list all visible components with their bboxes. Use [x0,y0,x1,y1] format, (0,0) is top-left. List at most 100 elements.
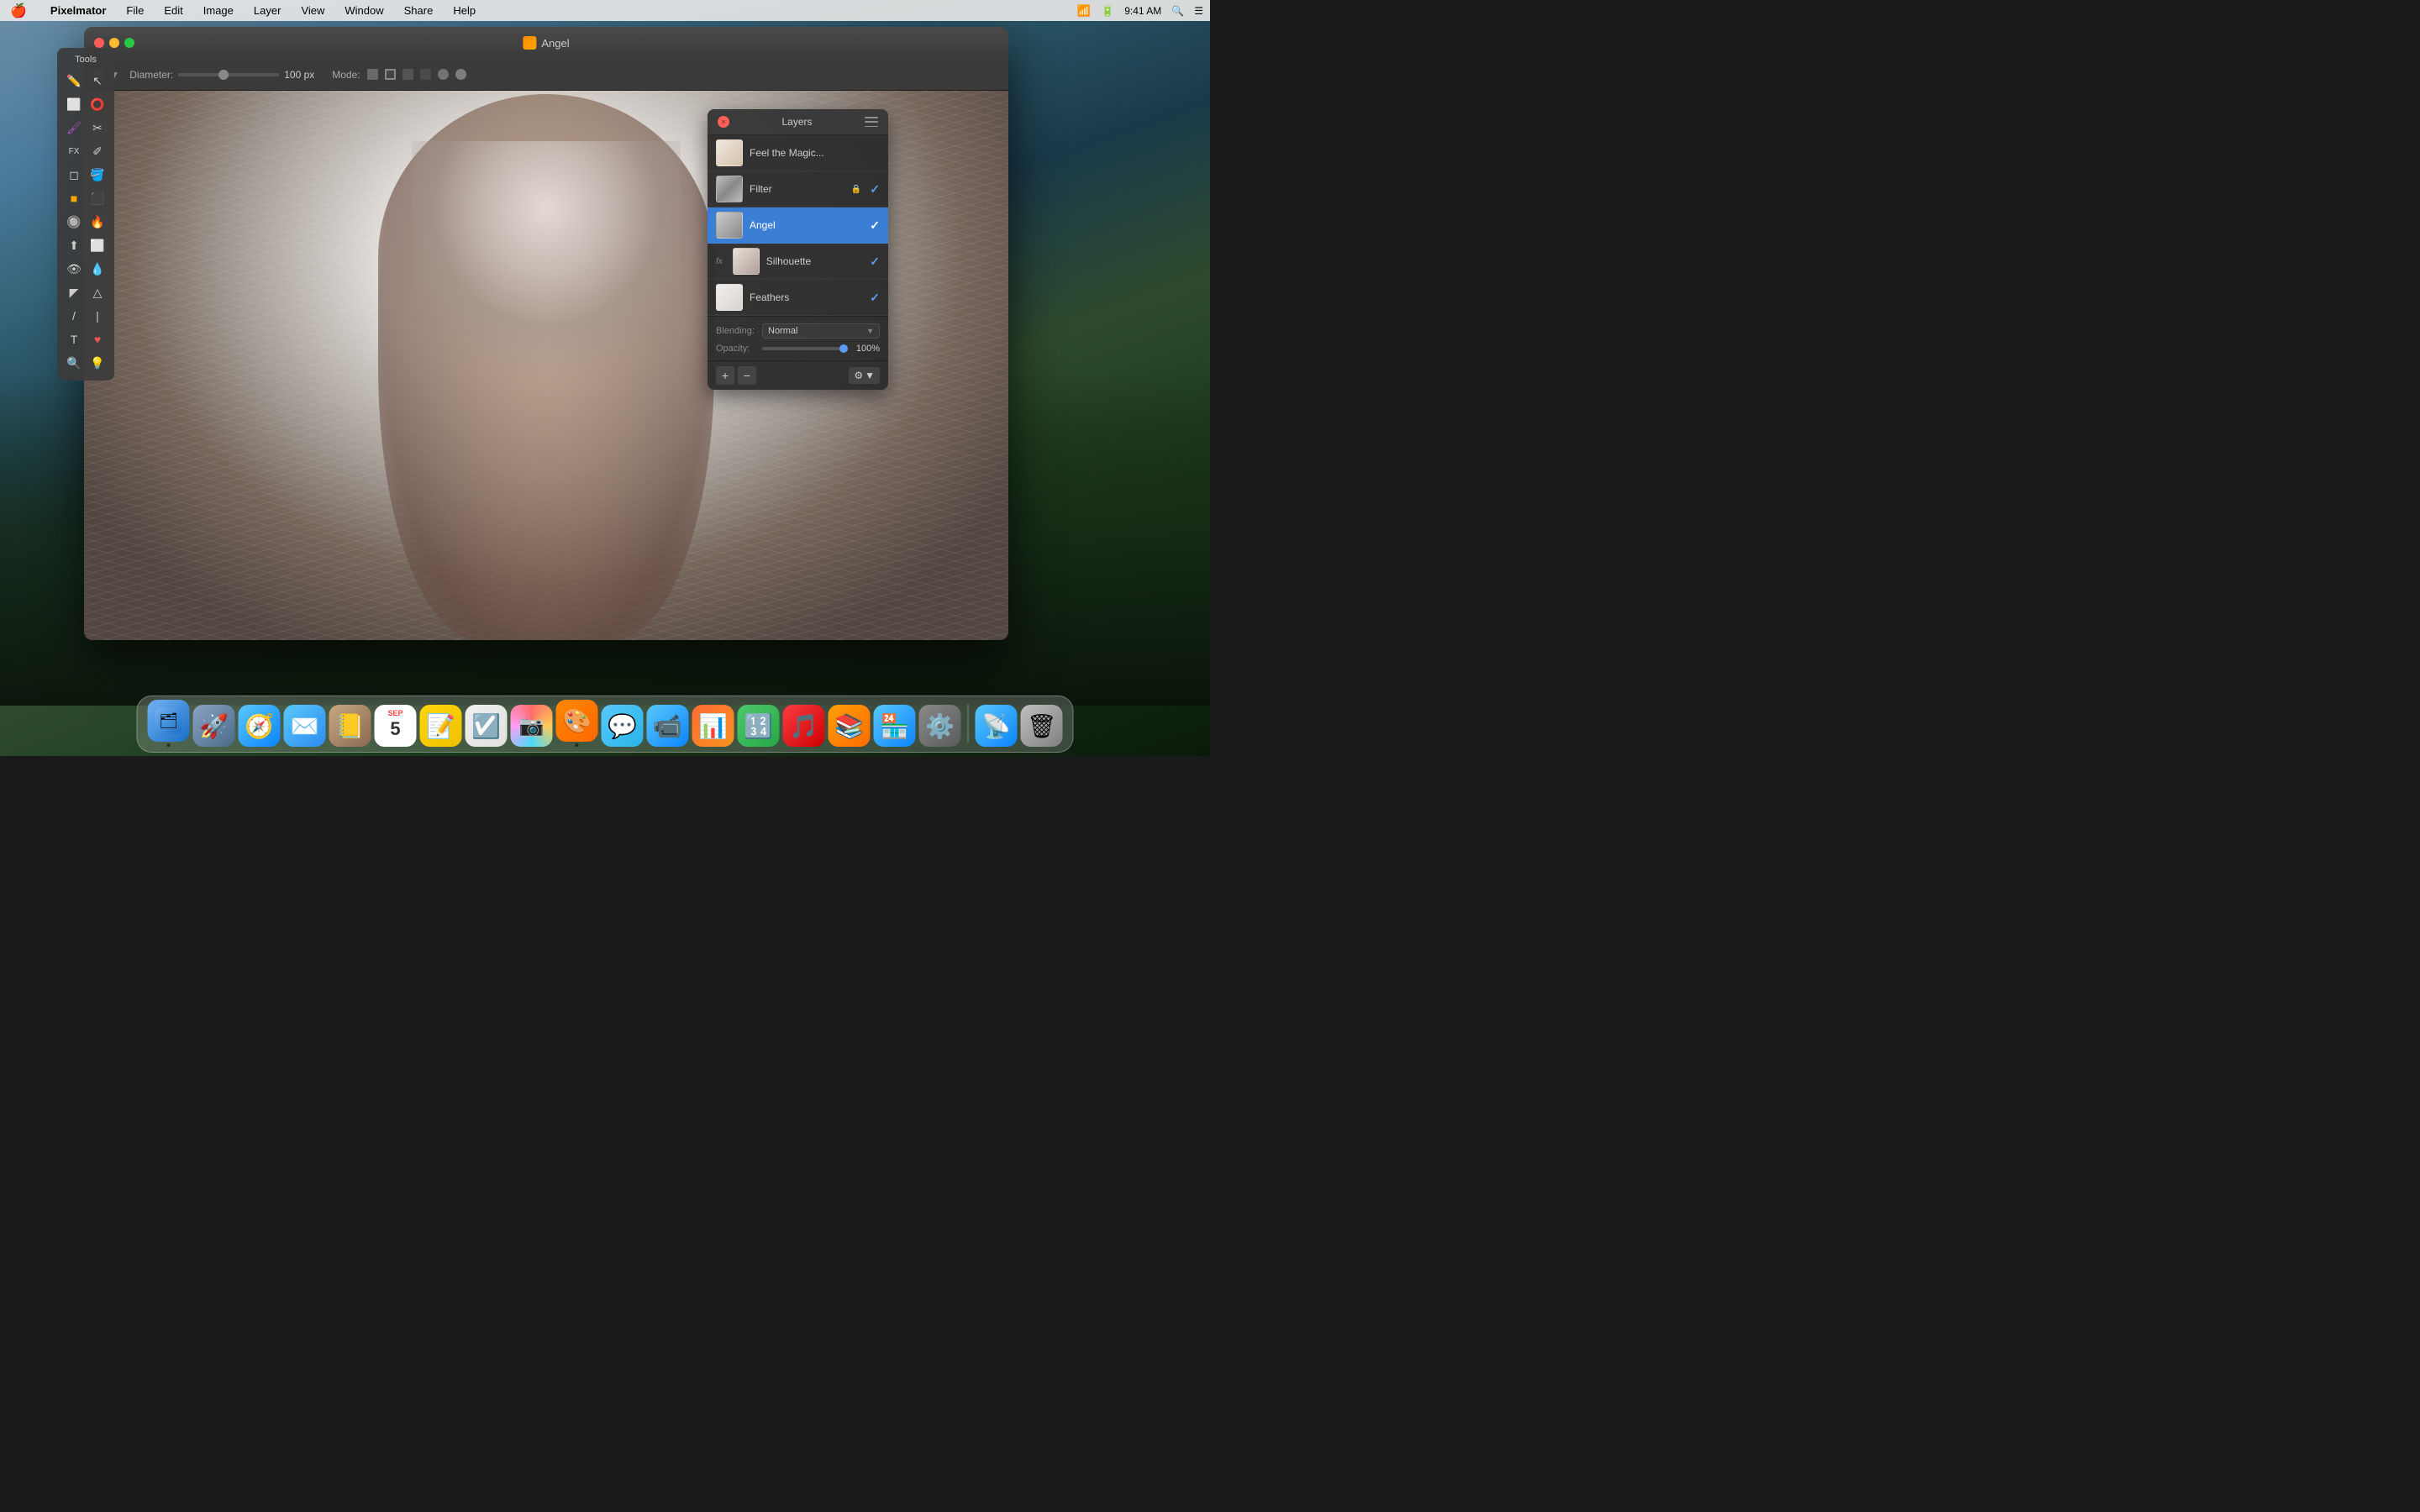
shape-tool[interactable]: △ [87,281,108,303]
pixelmator-icon[interactable]: 🎨 [556,700,598,742]
layers-menu-button[interactable] [865,117,878,127]
dock-item-facetime[interactable]: 📹 [647,705,689,747]
mode-icon-6[interactable] [454,67,469,82]
numbers-icon[interactable]: 🔢 [738,705,780,747]
layer-item-feel[interactable]: Feel the Magic... [708,135,888,171]
color-picker-bg[interactable]: ⬛ [87,187,108,209]
rect-select-tool[interactable]: ⬜ [63,93,85,115]
dock-item-presentation[interactable]: 📊 [692,705,734,747]
calendar-icon[interactable]: SEP 5 [375,705,417,747]
color-adjust-tool[interactable]: | [87,305,108,327]
notification-icon[interactable]: ☰ [1194,5,1203,17]
mode-icon-1[interactable] [366,67,381,82]
maximize-button[interactable] [124,38,134,48]
layer-item-feathers[interactable]: Feathers ✓ [708,280,888,316]
sysprefs-icon[interactable]: ⚙️ [919,705,961,747]
layer-menu[interactable]: Layer [250,3,285,18]
dock-item-messages[interactable]: 💬 [602,705,644,747]
edit-menu[interactable]: Edit [160,3,186,18]
zoom-tool[interactable]: 🔍 [63,352,85,374]
mail-icon[interactable]: ✉️ [284,705,326,747]
dock-item-launchpad[interactable]: 🚀 [193,705,235,747]
appstore-icon[interactable]: 🏪 [874,705,916,747]
dock-item-airdrop[interactable]: 📡 [976,705,1018,747]
presentation-icon[interactable]: 📊 [692,705,734,747]
ellipse-select-tool[interactable]: ⭕ [87,93,108,115]
books-icon[interactable]: 📚 [829,705,871,747]
dock-item-notes[interactable]: 📝 [420,705,462,747]
layer-item-filter[interactable]: Filter 🔒 ✓ [708,171,888,207]
airdrop-icon[interactable]: 📡 [976,705,1018,747]
facetime-icon[interactable]: 📹 [647,705,689,747]
share-menu[interactable]: Share [401,3,437,18]
fill-tool[interactable]: 🪣 [87,164,108,186]
mode-icon-4[interactable] [418,67,434,82]
eyedropper-tool[interactable]: 💧 [87,258,108,280]
add-layer-button[interactable]: + [716,366,734,385]
mode-icon-2[interactable] [383,67,398,82]
dodge-tool[interactable]: 🔘 [63,211,85,233]
blending-select[interactable]: Normal ▼ [762,323,880,339]
contacts-icon[interactable]: 📒 [329,705,371,747]
arrow-tool[interactable]: ↖ [87,70,108,92]
dock-item-finder[interactable]: 🗂 [148,700,190,747]
dock-item-itunes[interactable]: 🎵 [783,705,825,747]
wb-tool[interactable]: 💡 [87,352,108,374]
close-button[interactable] [94,38,104,48]
shape-color-tool[interactable]: ■ [63,187,85,209]
dock-item-sysprefs[interactable]: ⚙️ [919,705,961,747]
app-name-menu[interactable]: Pixelmator [47,3,109,18]
repair-tool[interactable]: ⬜ [87,234,108,256]
window-menu[interactable]: Window [341,3,387,18]
safari-icon[interactable]: 🧭 [239,705,281,747]
pencil-tool[interactable]: ✐ [87,140,108,162]
line-tool[interactable]: / [63,305,85,327]
gradient-tool[interactable]: ◤ [63,281,85,303]
fx-tool[interactable]: FX [63,140,85,162]
dock-item-appstore[interactable]: 🏪 [874,705,916,747]
help-menu[interactable]: Help [450,3,479,18]
burn-tool[interactable]: 🔥 [87,211,108,233]
notes-icon[interactable]: 📝 [420,705,462,747]
search-icon[interactable]: 🔍 [1171,5,1184,17]
mode-icon-3[interactable] [401,67,416,82]
brush-tool[interactable]: 🖌 [63,117,85,139]
minimize-button[interactable] [109,38,119,48]
redeye-tool[interactable]: 👁 [63,258,85,280]
apple-menu[interactable]: 🍎 [7,1,30,21]
mode-icon-5[interactable] [436,67,451,82]
dock-item-mail[interactable]: ✉️ [284,705,326,747]
heart-tool[interactable]: ♥ [87,328,108,350]
reminders-icon[interactable]: ☑️ [466,705,508,747]
messages-icon[interactable]: 💬 [602,705,644,747]
crop-tool[interactable]: ✂ [87,117,108,139]
photos-icon[interactable]: 📷 [511,705,553,747]
eraser-tool[interactable]: ◻ [63,164,85,186]
dock-item-books[interactable]: 📚 [829,705,871,747]
dock-item-contacts[interactable]: 📒 [329,705,371,747]
trash-icon[interactable]: 🗑 [1021,705,1063,747]
clone-tool[interactable]: ⬆ [63,234,85,256]
launchpad-icon[interactable]: 🚀 [193,705,235,747]
dock-item-photos[interactable]: 📷 [511,705,553,747]
dock-item-trash[interactable]: 🗑 [1021,705,1063,747]
remove-layer-button[interactable]: − [738,366,756,385]
text-tool[interactable]: T [63,328,85,350]
image-menu[interactable]: Image [200,3,237,18]
file-menu[interactable]: File [123,3,147,18]
dock-item-numbers[interactable]: 🔢 [738,705,780,747]
itunes-icon[interactable]: 🎵 [783,705,825,747]
dock-item-reminders[interactable]: ☑️ [466,705,508,747]
finder-icon[interactable]: 🗂 [148,700,190,742]
layer-item-silhouette[interactable]: fx Silhouette ✓ [708,244,888,280]
pen-tool[interactable]: ✏️ [63,70,85,92]
diameter-slider[interactable] [218,70,229,80]
layers-close-button[interactable]: ✕ [718,116,729,128]
dock-item-pixelmator[interactable]: 🎨 [556,700,598,747]
layer-settings-button[interactable]: ⚙ ▼ [849,367,880,384]
view-menu[interactable]: View [297,3,328,18]
opacity-slider[interactable] [839,344,848,353]
dock-item-calendar[interactable]: SEP 5 [375,705,417,747]
dock-item-safari[interactable]: 🧭 [239,705,281,747]
layer-item-angel[interactable]: Angel ✓ [708,207,888,244]
